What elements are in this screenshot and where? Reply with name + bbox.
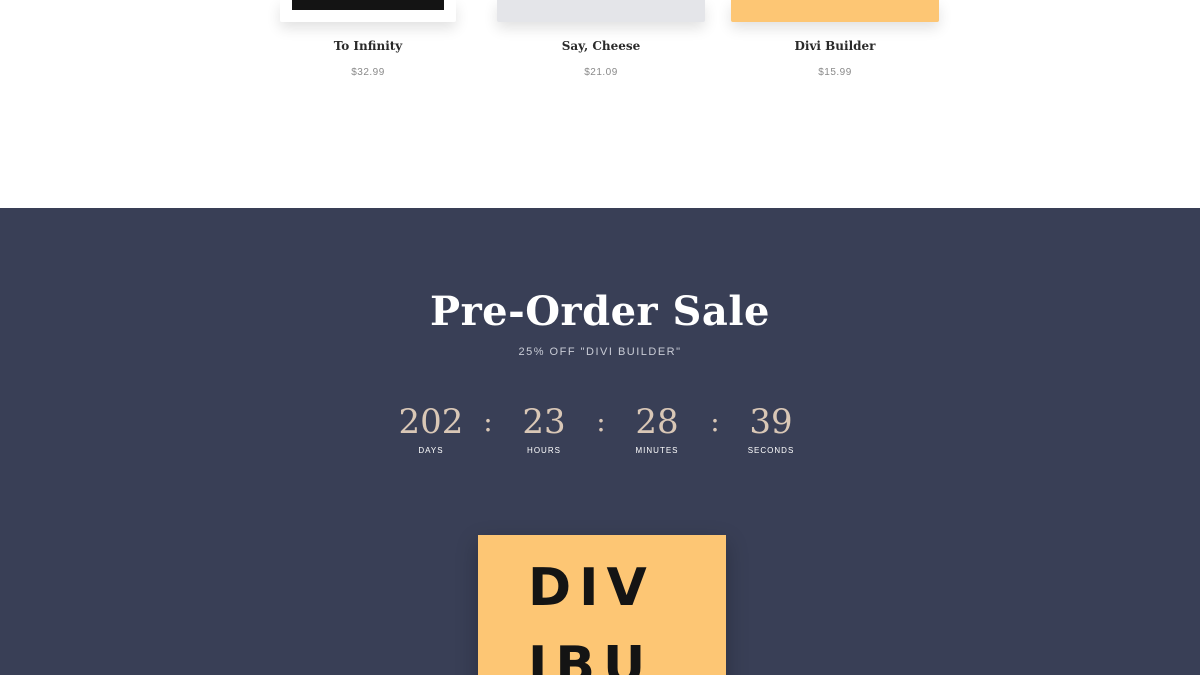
book-cover-text: IBU: [528, 636, 654, 675]
product-book-cover[interactable]: DIV IBU: [478, 535, 726, 675]
page: To Infinity $32.99 Say, Cheese $21.09 Di…: [0, 0, 1200, 675]
countdown-timer: 202 Days : 23 Hours : 28 Minutes : 39 Se…: [0, 400, 1200, 460]
sale-title: Pre-Order Sale: [430, 288, 770, 335]
pre-order-sale-section: Pre-Order Sale 25% OFF "DIVI BUILDER" 20…: [0, 208, 1200, 675]
product-cover-image[interactable]: [280, 0, 456, 22]
countdown-days-value: 202: [398, 402, 464, 442]
countdown-separator: :: [483, 405, 493, 438]
countdown-minutes-label: Minutes: [635, 446, 679, 455]
product-price: $21.09: [584, 67, 618, 78]
product-card[interactable]: Divi Builder $15.99: [718, 0, 952, 78]
countdown-hours: 23 Hours: [499, 400, 589, 455]
product-name[interactable]: To Infinity: [251, 39, 485, 53]
book-cover-text: DIV: [528, 558, 655, 618]
countdown-days: 202 Days: [386, 400, 476, 455]
product-name[interactable]: Divi Builder: [718, 39, 952, 53]
countdown-seconds-label: Seconds: [747, 446, 795, 455]
countdown-hours-label: Hours: [527, 446, 561, 455]
product-card[interactable]: Say, Cheese $21.09: [484, 0, 718, 78]
countdown-separator: :: [596, 405, 606, 438]
product-cover-image[interactable]: [731, 0, 939, 22]
countdown-seconds: 39 Seconds: [726, 400, 816, 455]
product-price: $32.99: [351, 67, 385, 78]
product-card[interactable]: To Infinity $32.99: [251, 0, 485, 78]
product-name[interactable]: Say, Cheese: [484, 39, 718, 53]
related-products: To Infinity $32.99 Say, Cheese $21.09 Di…: [0, 0, 1200, 208]
countdown-separator: :: [710, 405, 720, 438]
countdown-hours-value: 23: [522, 402, 566, 442]
countdown-minutes: 28 Minutes: [612, 400, 702, 455]
countdown-seconds-value: 39: [749, 402, 793, 442]
sale-subtitle: 25% OFF "DIVI BUILDER": [518, 346, 682, 358]
product-cover-image[interactable]: [497, 0, 705, 22]
countdown-days-label: Days: [418, 446, 444, 455]
product-price: $15.99: [818, 67, 852, 78]
countdown-minutes-value: 28: [635, 402, 679, 442]
